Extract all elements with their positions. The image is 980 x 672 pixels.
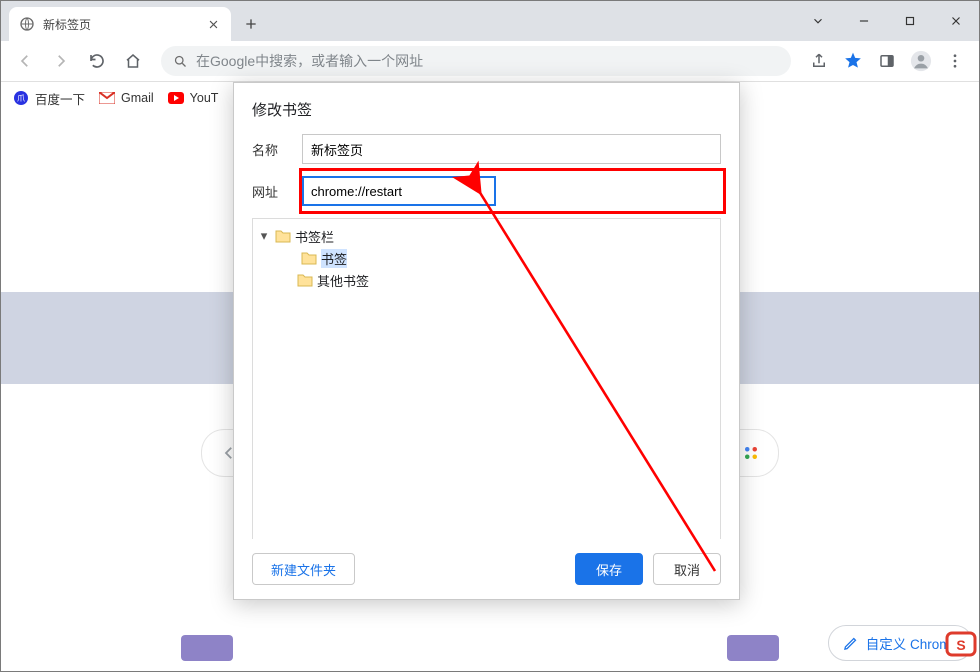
toolbar: 在Google中搜索，或者输入一个网址	[1, 41, 979, 82]
window-caret-down-icon[interactable]	[795, 5, 841, 37]
dialog-title: 修改书签	[234, 83, 739, 134]
bookmark-youtube[interactable]: YouT	[168, 91, 219, 105]
bookmark-label: 百度一下	[35, 89, 85, 108]
ntp-shortcut[interactable]	[181, 635, 233, 661]
new-tab-button[interactable]	[237, 10, 265, 38]
tree-row-child[interactable]: 书签	[257, 247, 716, 269]
tree-row-other[interactable]: 其他书签	[257, 269, 716, 291]
bookmark-gmail[interactable]: Gmail	[99, 91, 154, 105]
dialog-footer: 新建文件夹 保存 取消	[234, 539, 739, 599]
ntp-shortcut[interactable]	[727, 635, 779, 661]
youtube-icon	[168, 92, 184, 104]
field-name-row: 名称	[252, 134, 721, 164]
reload-button[interactable]	[81, 45, 113, 77]
globe-icon	[19, 16, 35, 32]
tab-title: 新标签页	[43, 16, 197, 33]
tree-label: 书签	[321, 249, 347, 268]
tab-newtab[interactable]: 新标签页	[9, 7, 231, 41]
url-input[interactable]	[302, 176, 496, 206]
edit-bookmark-dialog: 修改书签 名称 网址 ▾ 书签栏	[233, 82, 740, 600]
field-url-row: 网址	[252, 176, 721, 206]
side-panel-icon[interactable]	[871, 45, 903, 77]
cancel-button[interactable]: 取消	[653, 553, 721, 585]
browser-window: 新标签页 在Google中搜索，或者输入一个网址	[0, 0, 980, 672]
name-input[interactable]	[302, 134, 721, 164]
profile-avatar-icon[interactable]	[905, 45, 937, 77]
bookmark-label: Gmail	[121, 91, 154, 105]
forward-button[interactable]	[45, 45, 77, 77]
address-bar-placeholder: 在Google中搜索，或者输入一个网址	[196, 51, 423, 71]
save-button[interactable]: 保存	[575, 553, 643, 585]
pencil-icon	[843, 636, 858, 651]
dialog-body: 名称 网址 ▾ 书签栏 书签	[234, 134, 739, 539]
tab-strip: 新标签页	[1, 1, 979, 41]
url-label: 网址	[252, 182, 302, 201]
window-controls	[795, 1, 979, 41]
baidu-icon: 爪	[13, 90, 29, 106]
svg-text:爪: 爪	[17, 94, 25, 103]
gmail-icon	[99, 92, 115, 104]
ime-indicator-icon[interactable]: S	[943, 629, 979, 659]
window-maximize-button[interactable]	[887, 5, 933, 37]
back-button[interactable]	[9, 45, 41, 77]
kebab-menu-button[interactable]	[939, 45, 971, 77]
folder-icon	[301, 251, 317, 265]
new-folder-button[interactable]: 新建文件夹	[252, 553, 355, 585]
svg-text:S: S	[956, 637, 965, 653]
name-label: 名称	[252, 140, 302, 159]
window-minimize-button[interactable]	[841, 5, 887, 37]
bookmark-baidu[interactable]: 爪 百度一下	[13, 89, 85, 108]
home-button[interactable]	[117, 45, 149, 77]
tab-close-button[interactable]	[205, 16, 221, 32]
folder-icon	[275, 229, 291, 243]
tree-label: 书签栏	[295, 227, 334, 246]
search-icon	[173, 54, 188, 69]
address-bar[interactable]: 在Google中搜索，或者输入一个网址	[161, 46, 791, 76]
bookmark-star-icon[interactable]	[837, 45, 869, 77]
folder-tree[interactable]: ▾ 书签栏 书签 其他书签	[252, 218, 721, 539]
tree-row-root[interactable]: ▾ 书签栏	[257, 225, 716, 247]
toolbar-right	[803, 45, 971, 77]
bookmark-label: YouT	[190, 91, 219, 105]
folder-icon	[297, 273, 313, 287]
window-close-button[interactable]	[933, 5, 979, 37]
chevron-down-icon[interactable]: ▾	[257, 228, 271, 244]
share-icon[interactable]	[803, 45, 835, 77]
tree-label: 其他书签	[317, 271, 369, 290]
